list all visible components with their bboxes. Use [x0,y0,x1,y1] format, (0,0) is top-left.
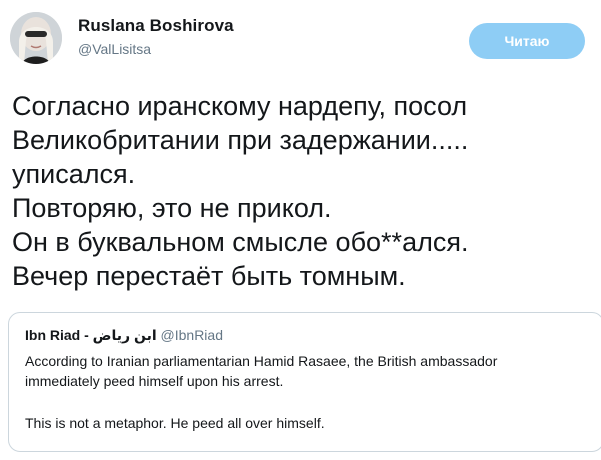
quoted-tweet-line: This is not a metaphor. He peed all over… [25,415,325,431]
quoted-tweet-body: According to Iranian parliamentarian Ham… [25,351,587,433]
quoted-tweet-card[interactable]: Ibn Riad - ابن رياض @IbnRiad According t… [8,312,601,452]
follow-button[interactable]: Читаю [469,23,585,59]
tweet-line: Вечер перестаёт быть томным. [12,261,406,291]
quoted-tweet-line: According to Iranian parliamentarian Ham… [25,353,498,369]
avatar[interactable] [10,12,62,64]
tweet-text: Согласно иранскому нардепу, посол Велико… [12,89,597,293]
author-name[interactable]: Ruslana Boshirova [78,16,234,36]
tweet-line: Согласно иранскому нардепу, посол [12,91,468,121]
quoted-tweet-line: immediately peed himself upon his arrest… [25,373,284,389]
author-handle[interactable]: @ValLisitsa [78,41,151,57]
tweet: Ruslana Boshirova @ValLisitsa Читаю Согл… [0,0,601,460]
quoted-author-handle: @IbnRiad [160,327,223,343]
tweet-line: Великобритании при задержании..... [12,125,469,155]
avatar-image [10,12,62,64]
tweet-line: Он в буквальном смысле обо**ался. [12,227,469,257]
quoted-author-name: Ibn Riad - ابن رياض [25,327,157,343]
quoted-tweet-header: Ibn Riad - ابن رياض @IbnRiad [25,326,587,344]
tweet-line: уписался. [12,159,136,189]
tweet-line: Повторяю, это не прикол. [12,193,332,223]
